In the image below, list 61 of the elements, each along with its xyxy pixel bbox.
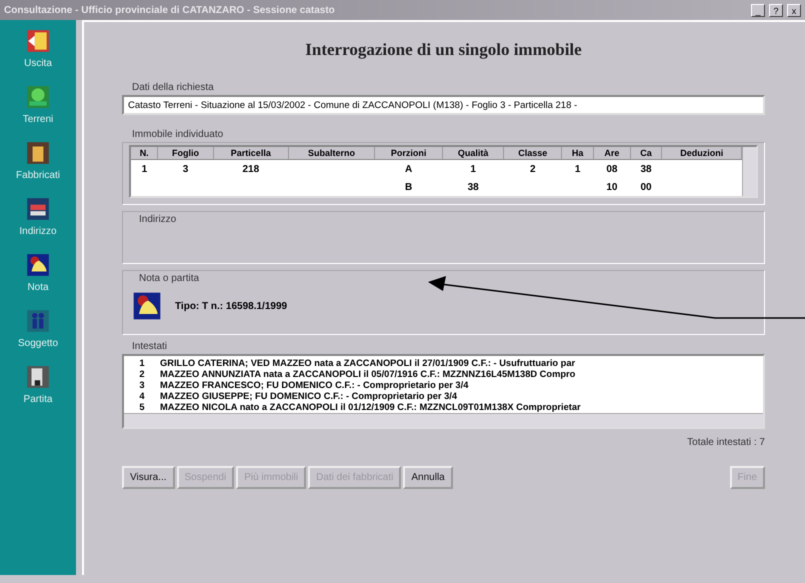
column-header: Deduzioni (662, 147, 742, 160)
table-cell: 1 (131, 160, 158, 178)
scrollbar[interactable] (124, 413, 763, 427)
action-button[interactable]: Annulla (403, 466, 453, 489)
ledger-icon (25, 364, 51, 390)
table-cell: 38 (630, 160, 662, 178)
group-label: Nota o partita (139, 273, 200, 284)
owner-row[interactable]: 1 GRILLO CATERINA; VED MAZZEO nata a ZACCANOPOLI il 27/01/1909 C.F.: - Usufruttuario par (124, 358, 763, 369)
group-label: Intestati (132, 341, 168, 352)
sidebar-item[interactable]: Partita (24, 364, 52, 405)
group-label: Indirizzo (139, 214, 176, 225)
column-header: Classe (504, 147, 562, 160)
column-header: Foglio (158, 147, 214, 160)
column-header: Subalterno (288, 147, 374, 160)
window-control[interactable]: _ (751, 4, 765, 16)
exit-icon (24, 28, 51, 54)
request-field[interactable]: Catasto Terreni - Situazione al 15/03/2002 - Comune di ZACCANOPOLI (M138) - Foglio 3 - Particella 218 - (122, 95, 765, 115)
note-icon (131, 290, 163, 322)
note-value: Tipo: T n.: 16598.1/1999 (175, 300, 288, 312)
owner-row[interactable]: 2 MAZZEO ANNUNZIATA nata a ZACCANOPOLI il 05/07/1916 C.F.: MZZNNZ16L45M138D Compro (124, 369, 763, 380)
column-header: Porzioni (374, 147, 443, 160)
table-cell-text: B (404, 180, 414, 194)
sidebar-item[interactable]: Soggetto (18, 308, 58, 349)
sidebar-item[interactable]: Indirizzo (19, 196, 57, 237)
column-header: Ha (562, 147, 594, 160)
owner-row[interactable]: 4 MAZZEO GIUSEPPE; FU DOMENICO C.F.: - Comproprietario per 3/4 (124, 391, 763, 402)
action-button[interactable]: Visura... (122, 466, 174, 489)
sidebar-item[interactable]: Uscita (24, 28, 52, 69)
table-cell: 2 (504, 160, 562, 178)
window-control[interactable]: ? (769, 4, 783, 16)
owner-row[interactable]: 3 MAZZEO FRANCESCO; FU DOMENICO C.F.: - Comproprietario per 3/4 (124, 380, 763, 391)
note-icon (25, 252, 51, 278)
table-cell: 08 (593, 160, 630, 178)
column-header: Particella (213, 147, 288, 160)
owners-total: Totale intestati : 7 (687, 437, 765, 448)
person-icon (24, 308, 51, 334)
table-cell: 218 (213, 160, 288, 178)
table-cell: A (374, 160, 443, 178)
column-header: N. (131, 147, 158, 160)
scrollbar[interactable] (742, 147, 756, 196)
building-icon (25, 140, 51, 166)
window-title: Consultazione - Ufficio provinciale di CATANZARO - Sessione catasto (4, 4, 336, 16)
column-header: Qualità (442, 147, 504, 160)
group-label: Immobile individuato (132, 129, 224, 140)
dialog-heading: Interrogazione di un singolo immobile (304, 40, 583, 60)
window-control[interactable]: x (787, 4, 801, 16)
table-cell-text: 00 (640, 180, 653, 194)
sidebar-item[interactable]: Nota (25, 252, 51, 293)
column-header: Ca (630, 147, 662, 160)
owner-row[interactable]: 5 MAZZEO NICOLA nato a ZACCANOPOLI il 01/12/1909 C.F.: MZZNCL09T01M138X Comproprietar (124, 402, 763, 413)
address-icon (25, 196, 51, 222)
table-cell: 1 (562, 160, 594, 178)
sidebar-item[interactable]: Terreni (22, 84, 54, 125)
table-cell-text: 38 (466, 180, 480, 194)
column-header: Are (593, 147, 630, 160)
land-icon (24, 84, 51, 110)
table-cell: 1 (442, 160, 504, 178)
sidebar-item[interactable]: Fabbricati (16, 140, 60, 181)
table-cell-text: 10 (605, 180, 618, 194)
field-label: Dati della richiesta (132, 82, 214, 93)
table-cell: 3 (158, 160, 214, 178)
